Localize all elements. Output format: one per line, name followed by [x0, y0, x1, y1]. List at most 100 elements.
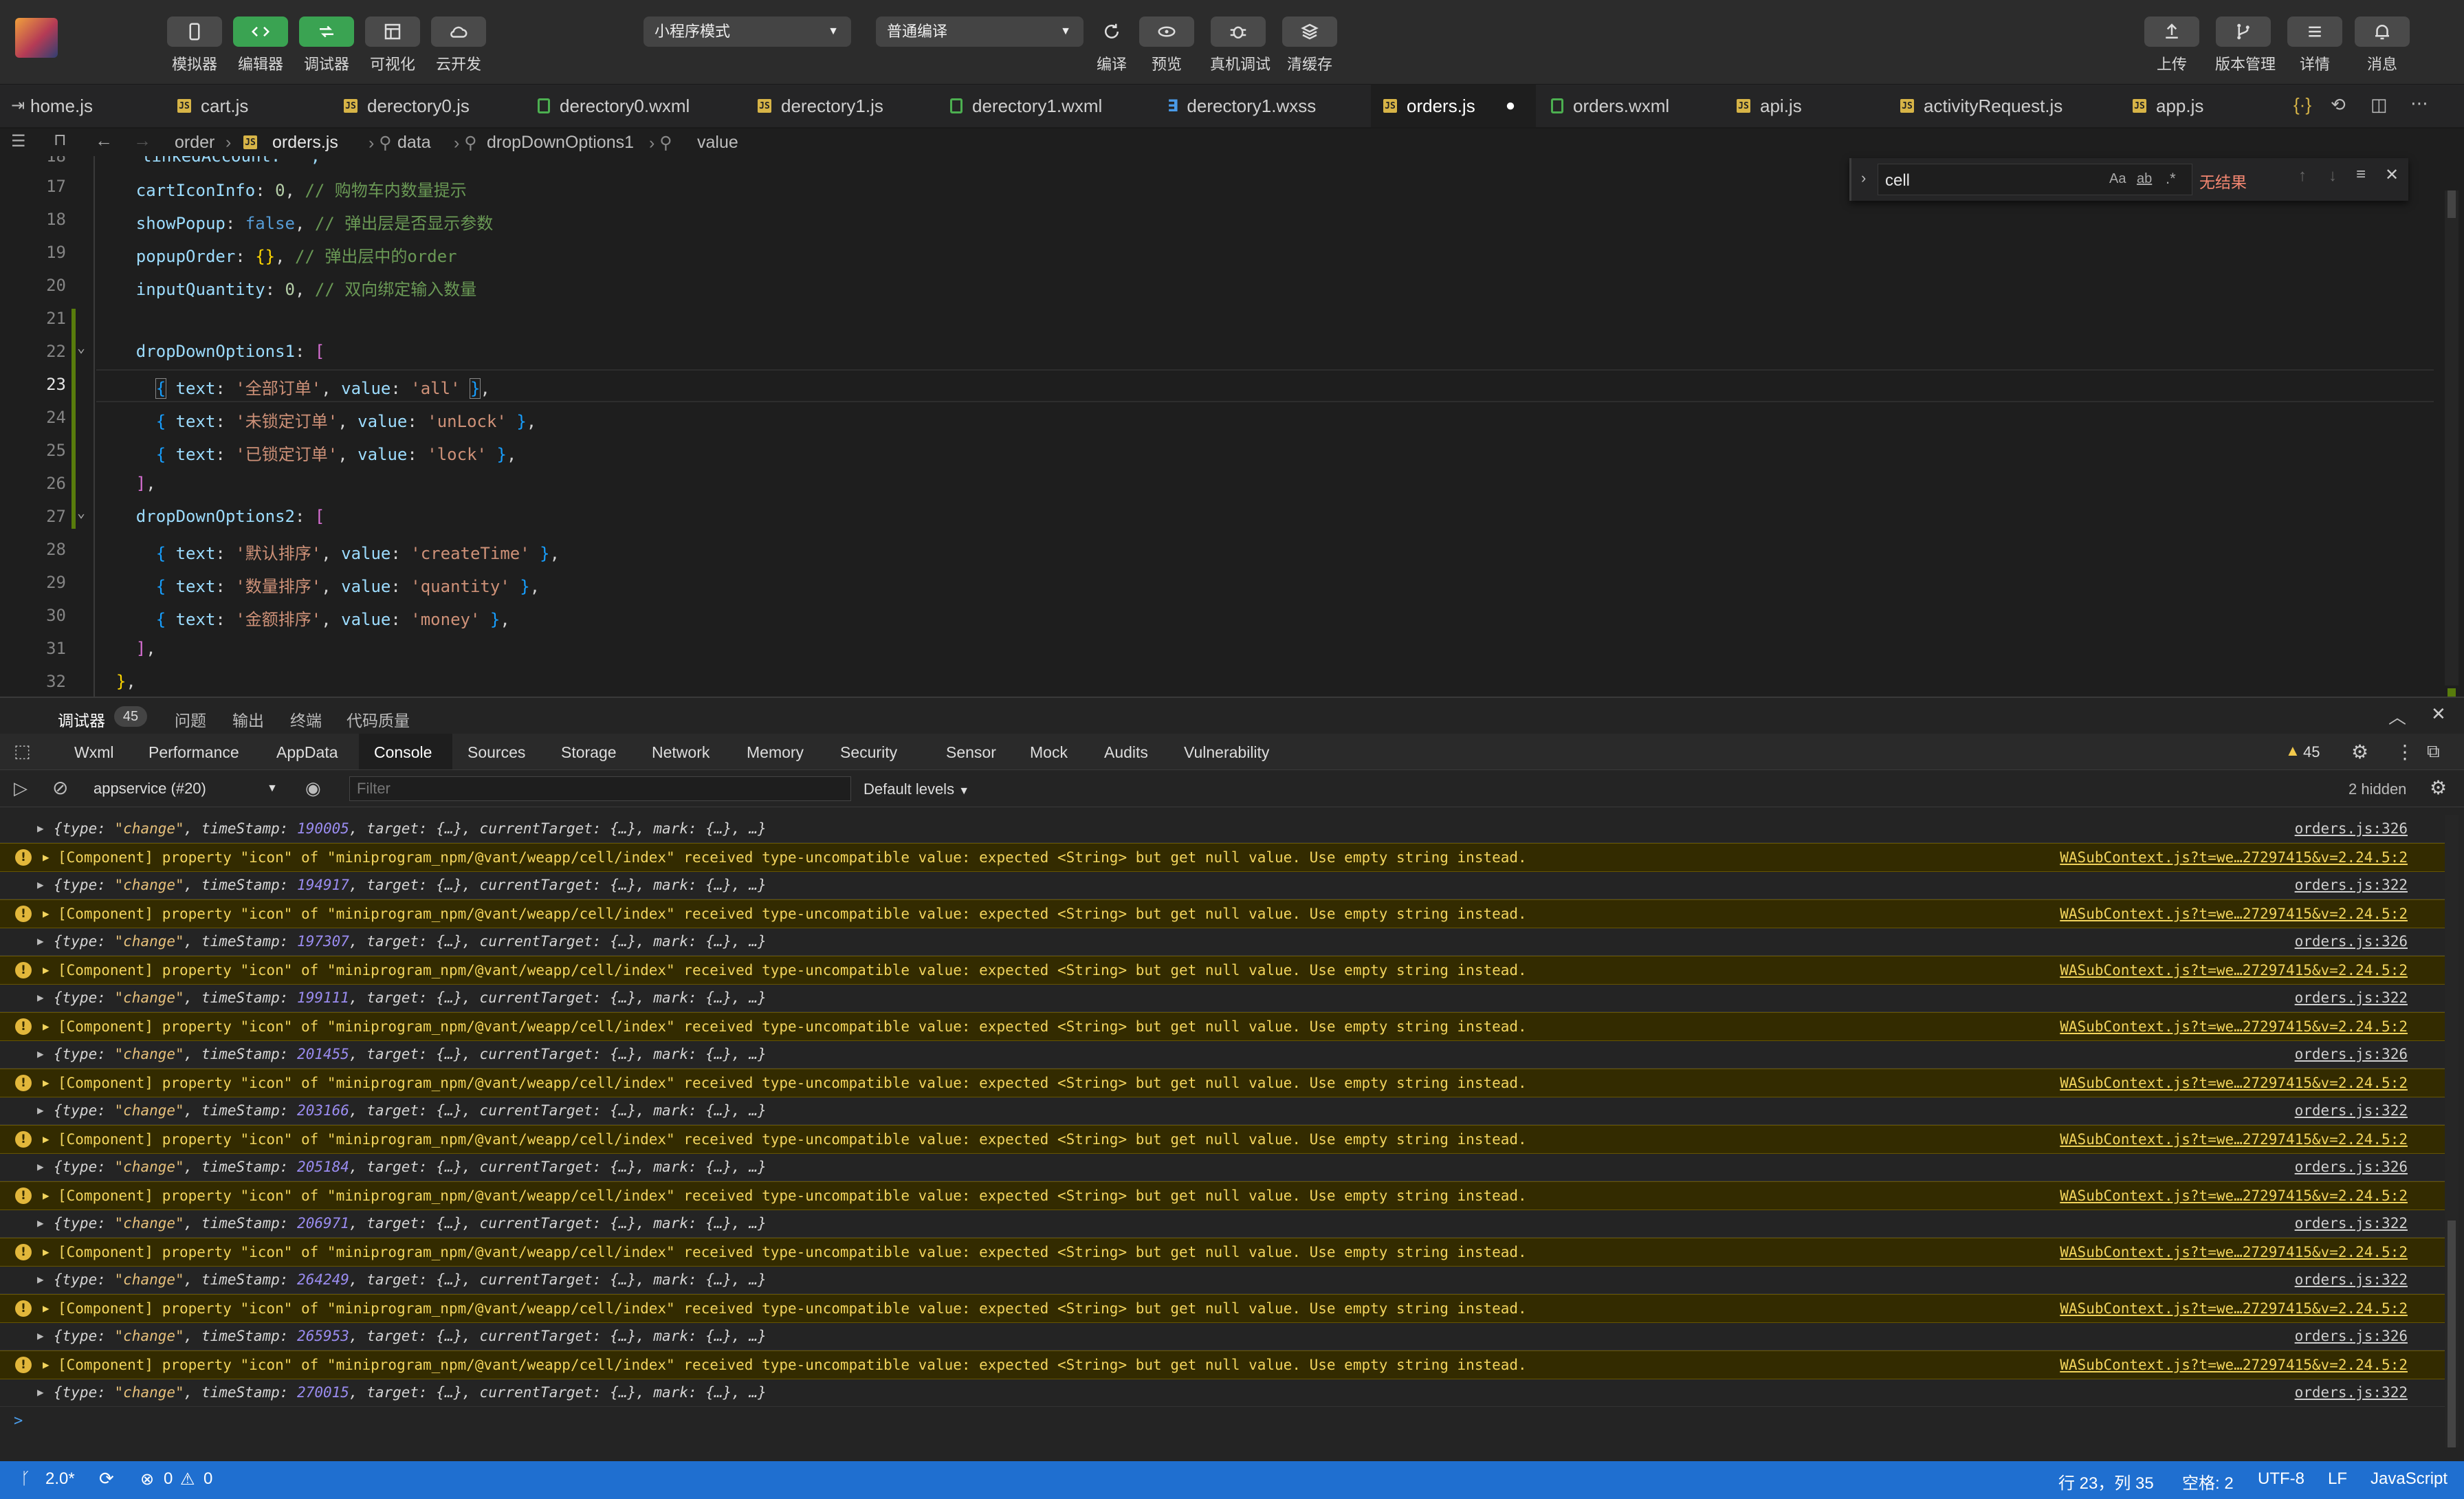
tab-sensor[interactable]: Sensor [946, 743, 996, 762]
log-source-link[interactable]: orders.js:322 [2295, 1266, 2408, 1293]
tab-derectory1-wxml[interactable]: derectory1.wxml [950, 85, 1102, 127]
chevron-right-icon[interactable]: › [1861, 169, 1866, 187]
tab-performance[interactable]: Performance [148, 743, 239, 762]
next-match-icon[interactable]: ↓ [2329, 166, 2337, 186]
tab-home-js[interactable]: home.js [30, 85, 93, 127]
expand-triangle-icon[interactable]: ▶ [43, 900, 50, 928]
eye-icon[interactable]: ◉ [305, 778, 321, 799]
undock-icon[interactable]: ⧉ [2427, 741, 2440, 763]
console-settings-icon[interactable]: ⚙ [2430, 776, 2447, 799]
log-source-link[interactable]: WASubContext.js?t=we…27297415&v=2.24.5:2 [2060, 1069, 2408, 1097]
expand-triangle-icon[interactable]: ▶ [43, 1013, 50, 1040]
breadcrumb-item[interactable]: order [175, 133, 214, 153]
expand-triangle-icon[interactable]: ▶ [37, 928, 44, 955]
log-source-link[interactable]: orders.js:322 [2295, 1210, 2408, 1237]
tab-network[interactable]: Network [652, 743, 710, 762]
braces-icon[interactable]: {·} [2294, 94, 2311, 116]
log-source-link[interactable]: WASubContext.js?t=we…27297415&v=2.24.5:2 [2060, 1126, 2408, 1153]
warning-count[interactable]: 0 [204, 1469, 212, 1489]
code-editor[interactable]: 18 linkedAccount: '', 17 cartIconInfo: 0… [0, 156, 2464, 697]
find-in-selection-icon[interactable]: ≡ [2356, 165, 2366, 184]
log-source-link[interactable]: WASubContext.js?t=we…27297415&v=2.24.5:2 [2060, 1013, 2408, 1040]
expand-triangle-icon[interactable]: ▶ [37, 1040, 44, 1068]
log-source-link[interactable]: orders.js:322 [2295, 1379, 2408, 1406]
encoding[interactable]: UTF-8 [2258, 1469, 2304, 1489]
log-source-link[interactable]: WASubContext.js?t=we…27297415&v=2.24.5:2 [2060, 1238, 2408, 1266]
console-warning-row[interactable]: ! ▶ [Component] property "icon" of "minipr… [0, 956, 2448, 985]
expand-triangle-icon[interactable]: ▶ [37, 1097, 44, 1124]
branch-name[interactable]: 2.0* [45, 1469, 75, 1489]
expand-triangle-icon[interactable]: ▶ [37, 1322, 44, 1350]
scrollbar-thumb[interactable] [2448, 1221, 2456, 1447]
tab-derectory1-js[interactable]: JS derectory1.js [758, 85, 883, 127]
find-input[interactable]: cell Aa ab .* [1878, 164, 2192, 195]
preview-button[interactable]: 预览 [1138, 17, 1195, 74]
log-levels-select[interactable]: Default levels ▼ [864, 780, 969, 798]
breadcrumb-item[interactable]: orders.js [272, 133, 338, 153]
console-log-row[interactable]: ▶ {type: "change", timeStamp: 203166, tar… [0, 1097, 2448, 1125]
log-source-link[interactable]: orders.js:326 [2295, 1153, 2408, 1181]
console-filter-input[interactable] [349, 776, 851, 801]
tab-terminal[interactable]: 终端 [290, 708, 322, 731]
tab-sources[interactable]: Sources [468, 743, 525, 762]
details-button[interactable]: 详情 [2287, 17, 2343, 74]
tab-nav-icon[interactable]: ⇥ [11, 96, 25, 116]
line-ending[interactable]: LF [2328, 1469, 2347, 1489]
sync-icon[interactable]: ⟳ [99, 1468, 114, 1489]
tab-mock[interactable]: Mock [1030, 743, 1068, 762]
tab-orders-wxml[interactable]: orders.wxml [1551, 85, 1669, 127]
console-warning-row[interactable]: ! ▶ [Component] property "icon" of "minipr… [0, 1069, 2448, 1097]
log-source-link[interactable]: orders.js:326 [2295, 815, 2408, 842]
tab-derectory0-wxml[interactable]: derectory0.wxml [538, 85, 690, 127]
cursor-position[interactable]: 行 23，列 35 [2058, 1469, 2154, 1493]
language-mode[interactable]: JavaScript [2370, 1469, 2448, 1489]
breadcrumb-item[interactable]: dropDownOptions1 [487, 133, 634, 153]
editor-scrollbar[interactable] [2445, 190, 2458, 697]
expand-triangle-icon[interactable]: ▶ [43, 1126, 50, 1153]
compile-select[interactable]: 普通编译 ▼ [876, 17, 1084, 47]
expand-triangle-icon[interactable]: ▶ [43, 956, 50, 984]
list-icon[interactable]: ☰ [11, 131, 26, 151]
expand-triangle-icon[interactable]: ▶ [43, 1351, 50, 1379]
console-log-row[interactable]: ▶ {type: "change", timeStamp: 199111, tar… [0, 984, 2448, 1012]
clear-console-icon[interactable]: ⊘ [52, 776, 68, 799]
console-prompt[interactable]: > [14, 1412, 23, 1430]
tab-wxml[interactable]: Wxml [74, 743, 113, 762]
console-log-row[interactable]: ▶ {type: "change", timeStamp: 201455, tar… [0, 1040, 2448, 1069]
console-log-list[interactable]: ▶ {type: "change", timeStamp: 190005, tar… [0, 815, 2464, 1434]
log-source-link[interactable]: WASubContext.js?t=we…27297415&v=2.24.5:2 [2060, 1351, 2408, 1379]
log-source-link[interactable]: orders.js:322 [2295, 871, 2408, 899]
expand-triangle-icon[interactable]: ▶ [37, 1379, 44, 1406]
console-log-row[interactable]: ▶ {type: "change", timeStamp: 205184, tar… [0, 1153, 2448, 1181]
sidebar-toggle-icon[interactable]: ▷ [14, 778, 28, 799]
visual-button[interactable]: 可视化 [364, 17, 421, 74]
split-editor-icon[interactable]: ◫ [2370, 94, 2388, 116]
tab-vulnerability[interactable]: Vulnerability [1184, 743, 1269, 762]
bookmark-icon[interactable]: ⊓ [54, 130, 67, 150]
tab-api-js[interactable]: JS api.js [1737, 85, 1802, 127]
log-source-link[interactable]: orders.js:326 [2295, 1322, 2408, 1350]
tab-derectory1-wxss[interactable]: ∃ derectory1.wxss [1167, 85, 1316, 127]
tab-security[interactable]: Security [840, 743, 897, 762]
sync-icon[interactable]: ⟲ [2331, 94, 2346, 116]
expand-triangle-icon[interactable]: ▶ [37, 984, 44, 1011]
console-log-row[interactable]: ▶ {type: "change", timeStamp: 194917, tar… [0, 871, 2448, 899]
expand-triangle-icon[interactable]: ▶ [43, 1182, 50, 1210]
console-log-row[interactable]: ▶ {type: "change", timeStamp: 206971, tar… [0, 1210, 2448, 1238]
console-warning-row[interactable]: ! ▶ [Component] property "icon" of "minipr… [0, 1125, 2448, 1154]
console-warning-row[interactable]: ! ▶ [Component] property "icon" of "minipr… [0, 1012, 2448, 1041]
log-source-link[interactable]: orders.js:326 [2295, 928, 2408, 955]
expand-triangle-icon[interactable]: ▶ [37, 871, 44, 899]
expand-triangle-icon[interactable]: ▶ [37, 1266, 44, 1293]
log-source-link[interactable]: WASubContext.js?t=we…27297415&v=2.24.5:2 [2060, 1295, 2408, 1322]
tab-derectory0-js[interactable]: JS derectory0.js [344, 85, 470, 127]
tab-storage[interactable]: Storage [561, 743, 617, 762]
inspect-element-icon[interactable]: ⬚ [14, 741, 31, 762]
kebab-menu-icon[interactable]: ⋮ [2395, 741, 2414, 763]
console-warning-row[interactable]: ! ▶ [Component] property "icon" of "minipr… [0, 1238, 2448, 1267]
tab-appdata[interactable]: AppData [276, 743, 338, 762]
console-log-row[interactable]: ▶ {type: "change", timeStamp: 197307, tar… [0, 928, 2448, 956]
console-warning-row[interactable]: ! ▶ [Component] property "icon" of "minipr… [0, 899, 2448, 928]
warning-count[interactable]: 45 [2303, 743, 2320, 761]
unsaved-dot-icon[interactable]: ● [1506, 96, 1516, 116]
